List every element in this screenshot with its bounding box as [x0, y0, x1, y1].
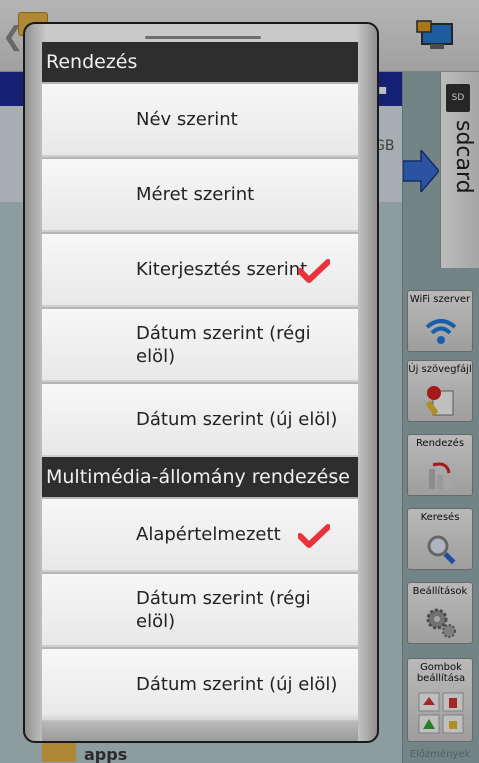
dialog-list[interactable]: Rendezés Név szerint Méret szerint Kiter…: [42, 42, 358, 741]
option-label: Dátum szerint (új elöl): [136, 409, 338, 430]
option-label: Dátum szerint (régi elöl): [136, 587, 311, 632]
checkmark-icon: [298, 259, 330, 283]
option-label: Méret szerint: [136, 184, 255, 205]
option-label: Dátum szerint (új elöl): [136, 674, 338, 695]
sort-option-extension[interactable]: Kiterjesztés szerint: [42, 232, 358, 307]
section-title: Rendezés: [46, 51, 138, 73]
section-header-media-sort: Multimédia-állomány rendezése: [42, 457, 358, 497]
media-sort-option-date-new-first[interactable]: Dátum szerint (új elöl): [42, 647, 358, 722]
scroll-grip[interactable]: [145, 36, 261, 39]
checkmark-icon: [298, 524, 330, 548]
media-sort-option-date-old-first[interactable]: Dátum szerint (régi elöl): [42, 572, 358, 647]
option-label: Név szerint: [136, 109, 238, 130]
scroll-fade: [42, 713, 358, 741]
sort-option-date-new-first[interactable]: Dátum szerint (új elöl): [42, 382, 358, 457]
sort-option-size[interactable]: Méret szerint: [42, 157, 358, 232]
section-title: Multimédia-állomány rendezése: [46, 466, 350, 488]
sort-dialog: Rendezés Név szerint Méret szerint Kiter…: [23, 22, 379, 743]
option-label: Dátum szerint (régi elöl): [136, 322, 311, 367]
sort-option-date-old-first[interactable]: Dátum szerint (régi elöl): [42, 307, 358, 382]
media-sort-option-default[interactable]: Alapértelmezett: [42, 497, 358, 572]
section-header-sort: Rendezés: [42, 42, 358, 82]
sort-option-name[interactable]: Név szerint: [42, 82, 358, 157]
